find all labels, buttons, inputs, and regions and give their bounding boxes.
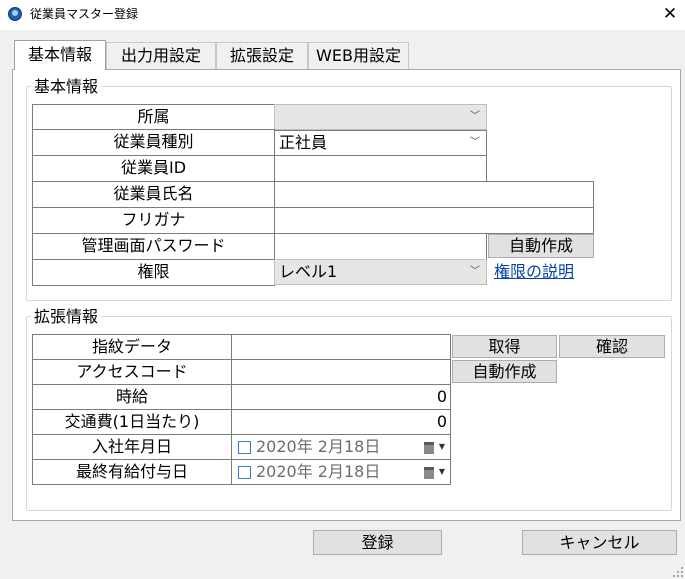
last-paid-leave-label: 最終有給付与日 — [32, 459, 232, 485]
furigana-input[interactable] — [274, 207, 594, 234]
transport-cost-input[interactable]: 0 — [231, 409, 451, 435]
chevron-down-icon: ﹀ — [470, 266, 480, 277]
employee-id-input[interactable] — [274, 155, 487, 182]
transport-cost-label: 交通費(1日当たり) — [32, 409, 232, 435]
resize-grip[interactable] — [671, 565, 683, 577]
last-paid-leave-picker[interactable]: 2020年 2月18日 ▼ — [231, 459, 451, 485]
fingerprint-confirm-button[interactable]: 確認 — [559, 335, 665, 358]
fingerprint-input[interactable] — [231, 334, 451, 360]
chevron-down-icon: ﹀ — [470, 111, 480, 122]
hire-date-label: 入社年月日 — [32, 434, 232, 460]
calendar-icon[interactable] — [424, 467, 434, 479]
hire-date-checkbox[interactable] — [238, 441, 251, 454]
password-label: 管理画面パスワード — [32, 233, 275, 260]
hire-date-picker[interactable]: 2020年 2月18日 ▼ — [231, 434, 451, 460]
last-paid-leave-value: 2020年 2月18日 — [256, 462, 381, 481]
authority-help-link[interactable]: 権限の説明 — [494, 261, 574, 283]
calendar-icon[interactable] — [424, 442, 434, 454]
access-code-input[interactable] — [231, 359, 451, 385]
employee-type-label: 従業員種別 — [32, 129, 275, 156]
cancel-button[interactable]: キャンセル — [522, 530, 677, 555]
last-paid-leave-checkbox[interactable] — [238, 466, 251, 479]
employee-name-label: 従業員氏名 — [32, 181, 275, 208]
employee-type-select[interactable]: 正社員 ﹀ — [274, 130, 487, 156]
extension-info-legend: 拡張情報 — [31, 307, 102, 327]
chevron-down-icon[interactable]: ▼ — [439, 460, 445, 483]
hourly-wage-input[interactable]: 0 — [231, 384, 451, 410]
hourly-wage-label: 時給 — [32, 384, 232, 410]
access-code-auto-create-button[interactable]: 自動作成 — [452, 360, 557, 383]
password-input[interactable] — [274, 233, 487, 260]
fingerprint-label: 指紋データ — [32, 334, 232, 360]
register-button[interactable]: 登録 — [313, 530, 442, 555]
authority-value: レベル1 — [279, 262, 338, 281]
furigana-label: フリガナ — [32, 207, 275, 234]
tab-web-settings[interactable]: WEB用設定 — [308, 42, 409, 69]
authority-select[interactable]: レベル1 ﹀ — [274, 259, 487, 285]
tab-extension-settings[interactable]: 拡張設定 — [216, 42, 308, 69]
affiliation-label: 所属 — [32, 104, 275, 130]
tab-basic-info[interactable]: 基本情報 — [14, 40, 106, 70]
employee-id-label: 従業員ID — [32, 155, 275, 182]
fingerprint-get-button[interactable]: 取得 — [452, 335, 557, 358]
hire-date-value: 2020年 2月18日 — [256, 437, 381, 456]
tab-output-settings[interactable]: 出力用設定 — [106, 42, 216, 69]
affiliation-select[interactable]: ﹀ — [274, 104, 487, 130]
password-auto-create-button[interactable]: 自動作成 — [488, 234, 594, 258]
window-title: 従業員マスター登録 — [30, 7, 139, 21]
authority-label: 権限 — [32, 259, 275, 286]
chevron-down-icon[interactable]: ▼ — [439, 435, 445, 458]
access-code-label: アクセスコード — [32, 359, 232, 385]
chevron-down-icon: ﹀ — [470, 137, 480, 148]
employee-type-value: 正社員 — [279, 133, 328, 152]
employee-name-input[interactable] — [274, 181, 594, 208]
close-icon[interactable]: ✕ — [656, 2, 684, 26]
app-icon — [8, 7, 22, 21]
basic-info-legend: 基本情報 — [31, 77, 102, 97]
title-bar: 従業員マスター登録 ✕ — [0, 0, 685, 30]
